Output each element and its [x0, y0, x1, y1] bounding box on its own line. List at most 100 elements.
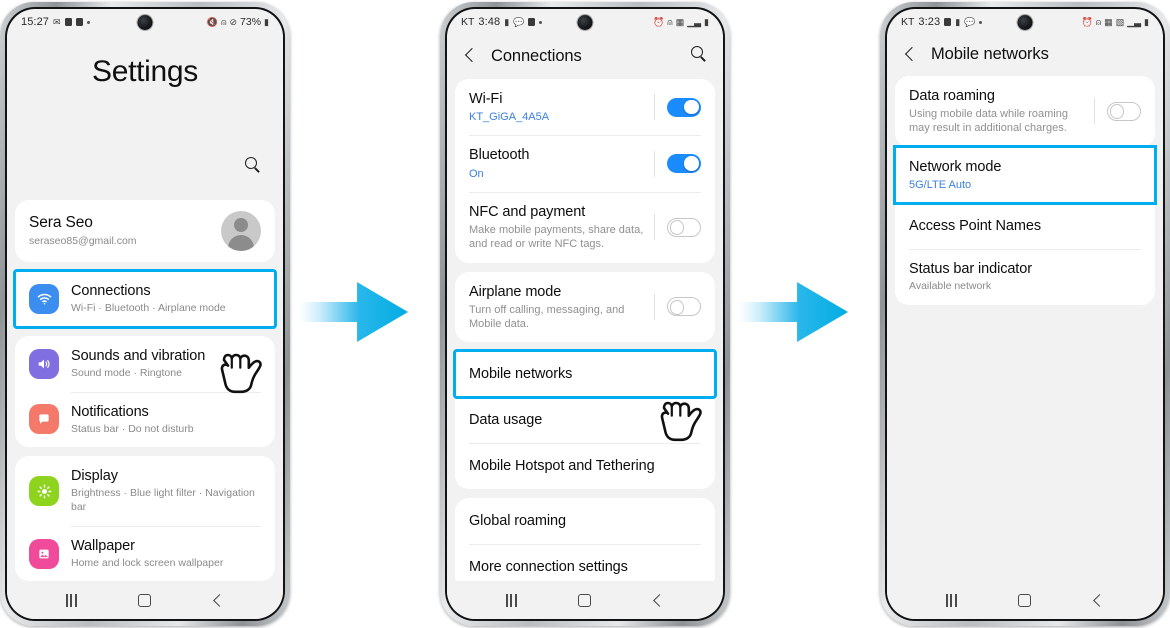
list-item-wifi[interactable]: Wi-Fi KT_GiGA_4A5A [455, 79, 715, 135]
more-settings-text: More connection settings [469, 558, 701, 576]
apn-status-card: Access Point Names Status bar indicator … [895, 203, 1155, 305]
roaming-card: Global roaming More connection settings [455, 498, 715, 581]
back-icon[interactable] [212, 594, 224, 606]
airplane-text: Airplane mode Turn off calling, messagin… [469, 283, 648, 332]
account-email: seraseo85@gmail.com [29, 234, 137, 247]
bluetooth-toggle[interactable] [667, 154, 701, 174]
hotspot-text: Mobile Hotspot and Tethering [469, 457, 701, 475]
data-usage-text: Data usage [469, 411, 701, 429]
nav-bar-2 [447, 581, 723, 619]
back-icon[interactable] [1092, 594, 1104, 606]
list-item-status-bar-indicator[interactable]: Status bar indicator Available network [895, 249, 1155, 305]
search-button[interactable] [244, 156, 261, 178]
list-item-access-point-names[interactable]: Access Point Names [895, 203, 1155, 249]
mute-icon: 🔇 [206, 16, 219, 27]
battery-icon: ▮ [264, 16, 269, 27]
message-icon: ✉ [53, 16, 61, 27]
list-item-bluetooth[interactable]: Bluetooth On [455, 135, 715, 191]
search-button[interactable] [690, 45, 707, 67]
phone-3-mobile-networks: KT 3:23 ▮ 💬 ⏰ ⍝ ▦ ▧ ▁▃ ▮ Mobile networks… [880, 2, 1170, 626]
home-icon[interactable] [577, 593, 591, 607]
list-item-global-roaming[interactable]: Global roaming [455, 498, 715, 544]
global-roaming-text: Global roaming [469, 512, 701, 530]
sidebar-item-notifications[interactable]: Notifications Status bar · Do not distur… [15, 391, 275, 448]
list-item-data-roaming[interactable]: Data roaming Using mobile data while roa… [895, 76, 1155, 147]
network-icon: ▦ [675, 16, 685, 27]
battery-icon: ▮ [504, 16, 510, 27]
nfc-text: NFC and payment Make mobile payments, sh… [469, 203, 648, 252]
wifi-icon [29, 283, 59, 314]
apn-title: Access Point Names [909, 218, 1041, 235]
data-roaming-subtitle: Using mobile data while roaming may resu… [909, 108, 1068, 135]
image-icon [29, 538, 59, 569]
recents-icon[interactable] [945, 593, 957, 607]
list-item-hotspot[interactable]: Mobile Hotspot and Tethering [455, 443, 715, 489]
recents-icon[interactable] [65, 593, 77, 607]
list-item-more-connection-settings[interactable]: More connection settings [455, 544, 715, 581]
airplane-title: Airplane mode [469, 283, 562, 300]
status-bar-right-1: 🔇 ⍝ ⊘ 73% ▮ [207, 16, 269, 28]
back-icon[interactable] [901, 46, 919, 64]
toggle-knob [1109, 104, 1124, 119]
connections-subtitle: Wi-Fi · Bluetooth · Airplane mode [71, 302, 226, 315]
connections-row[interactable]: Connections Wi-Fi · Bluetooth · Airplane… [15, 271, 275, 327]
list-item-nfc[interactable]: NFC and payment Make mobile payments, sh… [455, 191, 715, 263]
wifi-icon: ⍝ [667, 16, 673, 27]
tutorial-screenshot: 15:27 ✉ 🔇 ⍝ ⊘ 73% ▮ Settings Sera Seo se… [0, 0, 1170, 628]
wifi-icon: ⍝ [1095, 16, 1102, 27]
front-camera [577, 15, 593, 30]
data-roaming-text: Data roaming Using mobile data while roa… [909, 87, 1088, 136]
nfc-toggle[interactable] [667, 217, 701, 237]
list-item-mobile-networks[interactable]: Mobile networks [453, 349, 717, 400]
battery-icon: ▮ [704, 16, 709, 27]
data-roaming-title: Data roaming [909, 88, 995, 104]
airplane-toggle[interactable] [667, 297, 701, 317]
account-row[interactable]: Sera Seo seraseo85@gmail.com [15, 200, 275, 262]
status-carrier: KT [901, 16, 915, 28]
nfc-subtitle: Make mobile payments, share data, and re… [469, 223, 644, 251]
network-mode-row[interactable]: Network mode 5G/LTE Auto [895, 147, 1155, 203]
sounds-subtitle: Sound mode · Ringtone [71, 366, 182, 379]
front-camera [1017, 15, 1033, 30]
dot-icon [86, 20, 90, 24]
data-roaming-toggle[interactable] [1107, 101, 1141, 121]
brightness-icon [29, 476, 59, 506]
display-title: Display [71, 468, 118, 485]
status-bar-1: 15:27 ✉ 🔇 ⍝ ⊘ 73% ▮ [7, 9, 283, 35]
mobile-networks-row[interactable]: Mobile networks [455, 351, 715, 397]
chat-icon: 💬 [513, 16, 525, 27]
account-text: Sera Seo seraseo85@gmail.com [29, 213, 211, 248]
video-icon [528, 18, 536, 26]
app-header-2: Connections [447, 35, 723, 79]
network-mode-subtitle: 5G/LTE Auto [909, 178, 972, 191]
status-bar-3: KT 3:23 ▮ 💬 ⏰ ⍝ ▦ ▧ ▁▃ ▮ [887, 9, 1163, 35]
phone-3-bezel: KT 3:23 ▮ 💬 ⏰ ⍝ ▦ ▧ ▁▃ ▮ Mobile networks… [885, 7, 1165, 621]
list-item-network-mode[interactable]: Network mode 5G/LTE Auto [893, 144, 1157, 206]
sidebar-item-display[interactable]: Display Brightness · Blue light filter ·… [15, 456, 275, 525]
wifi-toggle[interactable] [667, 97, 701, 117]
wifi-subtitle: KT_GiGA_4A5A [469, 111, 550, 124]
airplane-subtitle: Turn off calling, messaging, and Mobile … [469, 303, 625, 330]
sidebar-item-connections[interactable]: Connections Wi-Fi · Bluetooth · Airplane… [13, 269, 277, 329]
recents-icon[interactable] [505, 593, 517, 607]
home-icon[interactable] [1017, 593, 1031, 607]
search-icon [244, 156, 261, 173]
phone-2-bezel: KT 3:48 ▮ 💬 ⏰ ⍝ ▦ ▁▃ ▮ Connections Wi-Fi… [445, 7, 725, 621]
list-item-airplane-mode[interactable]: Airplane mode Turn off calling, messagin… [455, 272, 715, 343]
sidebar-item-sounds[interactable]: Sounds and vibration Sound mode · Ringto… [15, 336, 275, 392]
list-item-data-usage[interactable]: Data usage [455, 397, 715, 443]
signal-icon: ▁▃ [687, 16, 702, 27]
bell-icon [29, 404, 59, 435]
back-icon[interactable] [652, 594, 664, 606]
home-icon[interactable] [137, 593, 151, 607]
speaker-icon [29, 348, 59, 379]
back-icon[interactable] [461, 47, 479, 65]
airplane-card: Airplane mode Turn off calling, messagin… [455, 271, 715, 343]
status-bar-indicator-text: Status bar indicator Available network [909, 260, 1141, 294]
sidebar-item-wallpaper[interactable]: Wallpaper Home and lock screen wallpaper [15, 525, 275, 581]
photo-icon [64, 18, 72, 26]
nfc-title: NFC and payment [469, 203, 586, 220]
display-text: Display Brightness · Blue light filter ·… [71, 467, 261, 514]
battery-percent: 73% [240, 16, 262, 28]
status-bar-left-3: KT 3:23 ▮ 💬 [901, 16, 983, 28]
